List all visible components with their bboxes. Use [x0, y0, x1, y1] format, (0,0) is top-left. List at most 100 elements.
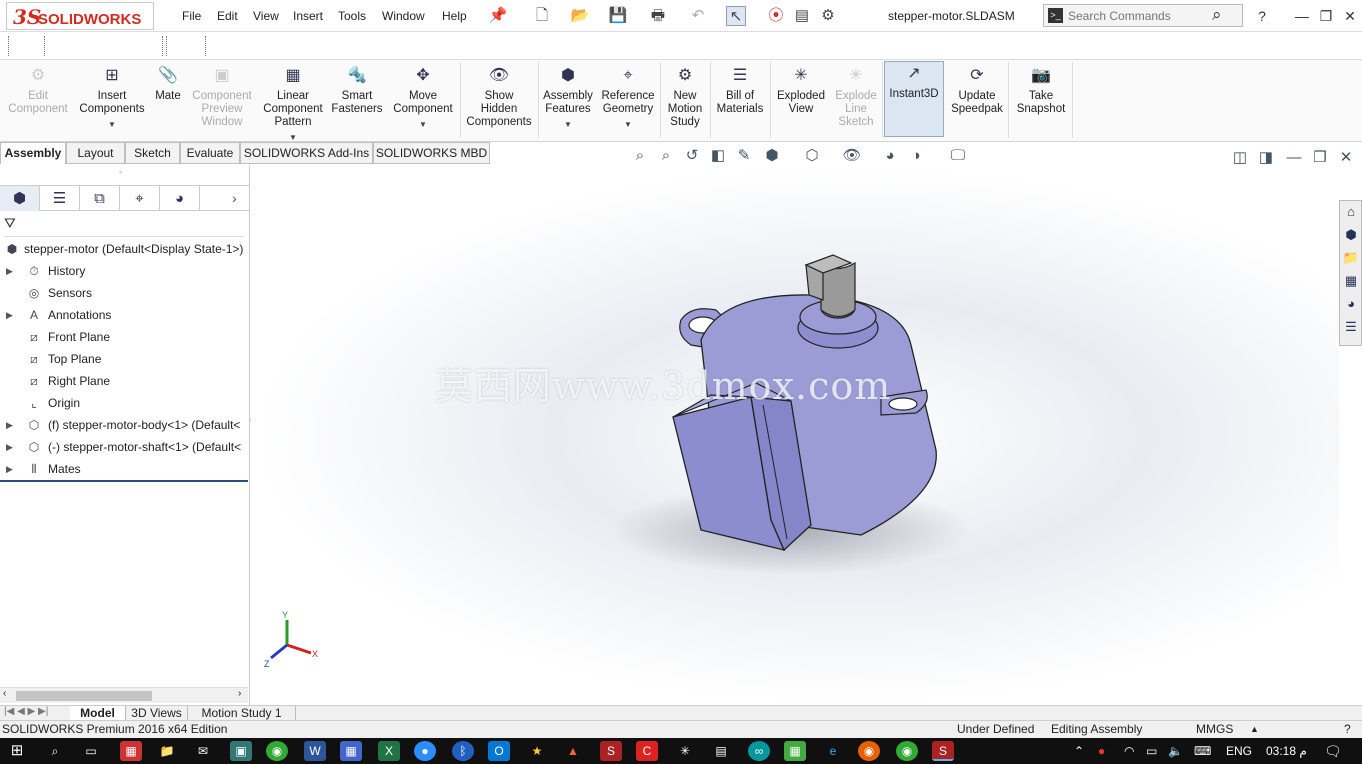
zoom-to-area-icon[interactable]: ⌕	[656, 146, 676, 166]
tab-mbd[interactable]: SOLIDWORKS MBD	[373, 142, 490, 164]
ribbon-mate-button[interactable]: 📎 Mate	[150, 64, 186, 103]
language-indicator[interactable]: ENG	[1226, 742, 1252, 760]
ribbon-take-snapshot-button[interactable]: 📷 Take Snapshot	[1010, 64, 1072, 116]
hide-show-items-icon[interactable]: 👁	[842, 146, 862, 166]
tree-item-top-plane[interactable]: ⧄ Top Plane	[0, 348, 250, 370]
solidworks-active-icon[interactable]: S	[932, 741, 954, 761]
save-icon[interactable]: 💾	[608, 6, 628, 26]
keyboard-icon[interactable]: ⌨	[1194, 742, 1211, 760]
matlab-icon[interactable]: ▲	[562, 741, 584, 761]
windows-start-icon[interactable]: ⊞	[6, 741, 28, 761]
minimize-icon[interactable]: —	[1292, 6, 1312, 26]
app-icon-8[interactable]: ▦	[784, 741, 806, 761]
display-manager-tab-icon[interactable]: ◕	[160, 186, 200, 211]
menu-view[interactable]: View	[253, 9, 279, 23]
tab-sketch[interactable]: Sketch	[125, 142, 180, 164]
tray-chevron-icon[interactable]: ⌃	[1074, 742, 1084, 760]
solidworks-2016-icon[interactable]: S	[600, 741, 622, 761]
app-icon-4[interactable]: ★	[526, 741, 548, 761]
panel-splitter-handle[interactable]: ◦	[119, 167, 122, 177]
ribbon-explode-line-sketch-button[interactable]: ✳ Explode Line Sketch	[830, 64, 882, 129]
expand-arrow-icon[interactable]: ▶	[6, 436, 13, 458]
property-manager-tab-icon[interactable]: ☰	[40, 186, 80, 211]
zoom-to-fit-icon[interactable]: ⌕	[630, 146, 650, 166]
battery-icon[interactable]: ▭	[1146, 742, 1157, 760]
ribbon-exploded-view-button[interactable]: ✳ Exploded View	[772, 64, 830, 116]
expand-arrow-icon[interactable]: ▶	[6, 414, 13, 436]
tab-layout[interactable]: Layout	[66, 142, 125, 164]
ribbon-assembly-features-button[interactable]: ⬢ Assembly Features ▼	[540, 64, 596, 131]
tab-addins[interactable]: SOLIDWORKS Add-Ins	[240, 142, 373, 164]
dynamic-annotation-icon[interactable]: ✎	[734, 146, 754, 166]
app-icon-7[interactable]: ▤	[710, 741, 732, 761]
help-tip-icon[interactable]: ?	[1344, 721, 1351, 738]
chrome-icon-2[interactable]: ◉	[896, 741, 918, 761]
mail-icon[interactable]: ✉	[192, 741, 214, 761]
ribbon-show-hidden-components-button[interactable]: 👁 Show Hidden Components	[462, 64, 536, 129]
view-settings-icon[interactable]: 🖵	[948, 146, 968, 166]
dimxpert-tab-icon[interactable]: ⌖	[120, 186, 160, 211]
custom-properties-icon[interactable]: ☰	[1340, 316, 1362, 338]
ribbon-insert-components-button[interactable]: ⊞ Insert Components ▼	[76, 64, 148, 131]
dropdown-arrow-icon[interactable]: ▼	[540, 118, 596, 131]
excel-icon[interactable]: X	[378, 741, 400, 761]
viewport-close-icon[interactable]: ✕	[1336, 148, 1356, 168]
tree-item-annotations[interactable]: ▶ A Annotations	[0, 304, 250, 326]
units-selector[interactable]: MMGS	[1196, 721, 1233, 738]
scroll-left-icon[interactable]: ‹	[3, 688, 6, 699]
wifi-icon[interactable]: ◠	[1124, 742, 1134, 760]
ribbon-billof-materials-button[interactable]: ☰ Bill of Materials	[712, 64, 768, 116]
edge-icon[interactable]: e	[822, 741, 844, 761]
bluetooth-icon[interactable]: ᛒ	[452, 741, 474, 761]
dropdown-arrow-icon[interactable]: ▼	[76, 118, 148, 131]
expand-arrow-icon[interactable]: ▶	[6, 304, 13, 326]
menu-tools[interactable]: Tools	[338, 9, 366, 23]
search-icon[interactable]: ⌕	[44, 741, 66, 761]
search-input[interactable]	[1068, 8, 1208, 24]
horizontal-scrollbar[interactable]: ‹ ›	[0, 687, 248, 703]
feature-manager-tab-icon[interactable]: ⬢	[0, 186, 40, 211]
ribbon-linear-component-pattern-button[interactable]: ▦ Linear Component Pattern ▼	[258, 64, 328, 144]
tree-item-history[interactable]: ▶ ⏱ History	[0, 260, 250, 282]
menu-file[interactable]: File	[182, 9, 201, 23]
tree-item-mates[interactable]: ▶ ⫴ Mates	[0, 458, 250, 480]
options-gear-icon[interactable]: ⚙	[818, 6, 838, 26]
configuration-manager-tab-icon[interactable]: ⧉	[80, 186, 120, 211]
ribbon-smart-fasteners-button[interactable]: 🔩 Smart Fasteners	[328, 64, 386, 116]
app-icon-6[interactable]: ✳	[674, 741, 696, 761]
solidworks-logo[interactable]: 3S SOLIDWORKS	[6, 2, 154, 30]
ribbon-move-component-button[interactable]: ✥ Move Component ▼	[386, 64, 460, 131]
expand-arrow-icon[interactable]: ▶	[6, 458, 13, 480]
tree-item-origin[interactable]: ⌞ Origin	[0, 392, 250, 414]
rebuild-traffic-light-icon[interactable]: ⦿	[766, 6, 786, 26]
restore-icon[interactable]: ❐	[1316, 6, 1336, 26]
arduino-icon[interactable]: ∞	[748, 741, 770, 761]
dropdown-arrow-icon[interactable]: ▼	[386, 118, 460, 131]
file-explorer-icon[interactable]: 📁	[1340, 247, 1362, 269]
edit-appearance-icon[interactable]: ◕	[880, 146, 900, 166]
firefox-icon[interactable]: ◉	[858, 741, 880, 761]
previous-view-icon[interactable]: ↺	[682, 146, 702, 166]
ribbon-component-preview-window-button[interactable]: ▣ Component Preview Window	[186, 64, 258, 129]
search-commands[interactable]: >_ ⌕	[1043, 4, 1243, 27]
graphics-area[interactable]: Y X Z	[251, 165, 1339, 705]
clock[interactable]: 03:18 م	[1266, 742, 1307, 760]
chevron-up-icon[interactable]: ▲	[1250, 721, 1259, 738]
search-icon[interactable]: ⌕	[1212, 5, 1222, 25]
tree-filter[interactable]: ⛛	[4, 215, 244, 237]
tab-3d-views[interactable]: 3D Views	[126, 706, 188, 721]
design-library-icon[interactable]: ⬢	[1340, 224, 1362, 246]
tree-item-sensors[interactable]: ◎ Sensors	[0, 282, 250, 304]
scroll-right-icon[interactable]: ›	[238, 688, 241, 699]
close-icon[interactable]: ✕	[1340, 6, 1360, 26]
view-orientation-icon[interactable]: ⬢	[762, 146, 782, 166]
scroll-thumb[interactable]	[16, 691, 152, 701]
filter-icon[interactable]: ⛛	[4, 215, 16, 231]
tree-item-stepper-motor-shaft-1-default[interactable]: ▶ ⬡ (-) stepper-motor-shaft<1> (Default<	[0, 436, 250, 458]
view-palette-icon[interactable]: ▦	[1340, 270, 1362, 292]
tab-assembly[interactable]: Assembly	[0, 142, 66, 164]
appearances-icon[interactable]: ◕	[1340, 293, 1362, 315]
stepper-motor-model[interactable]: Y X Z	[251, 165, 1339, 705]
select-cursor-icon[interactable]: ↖	[726, 6, 746, 26]
volume-muted-icon[interactable]: 🔈	[1168, 742, 1183, 760]
